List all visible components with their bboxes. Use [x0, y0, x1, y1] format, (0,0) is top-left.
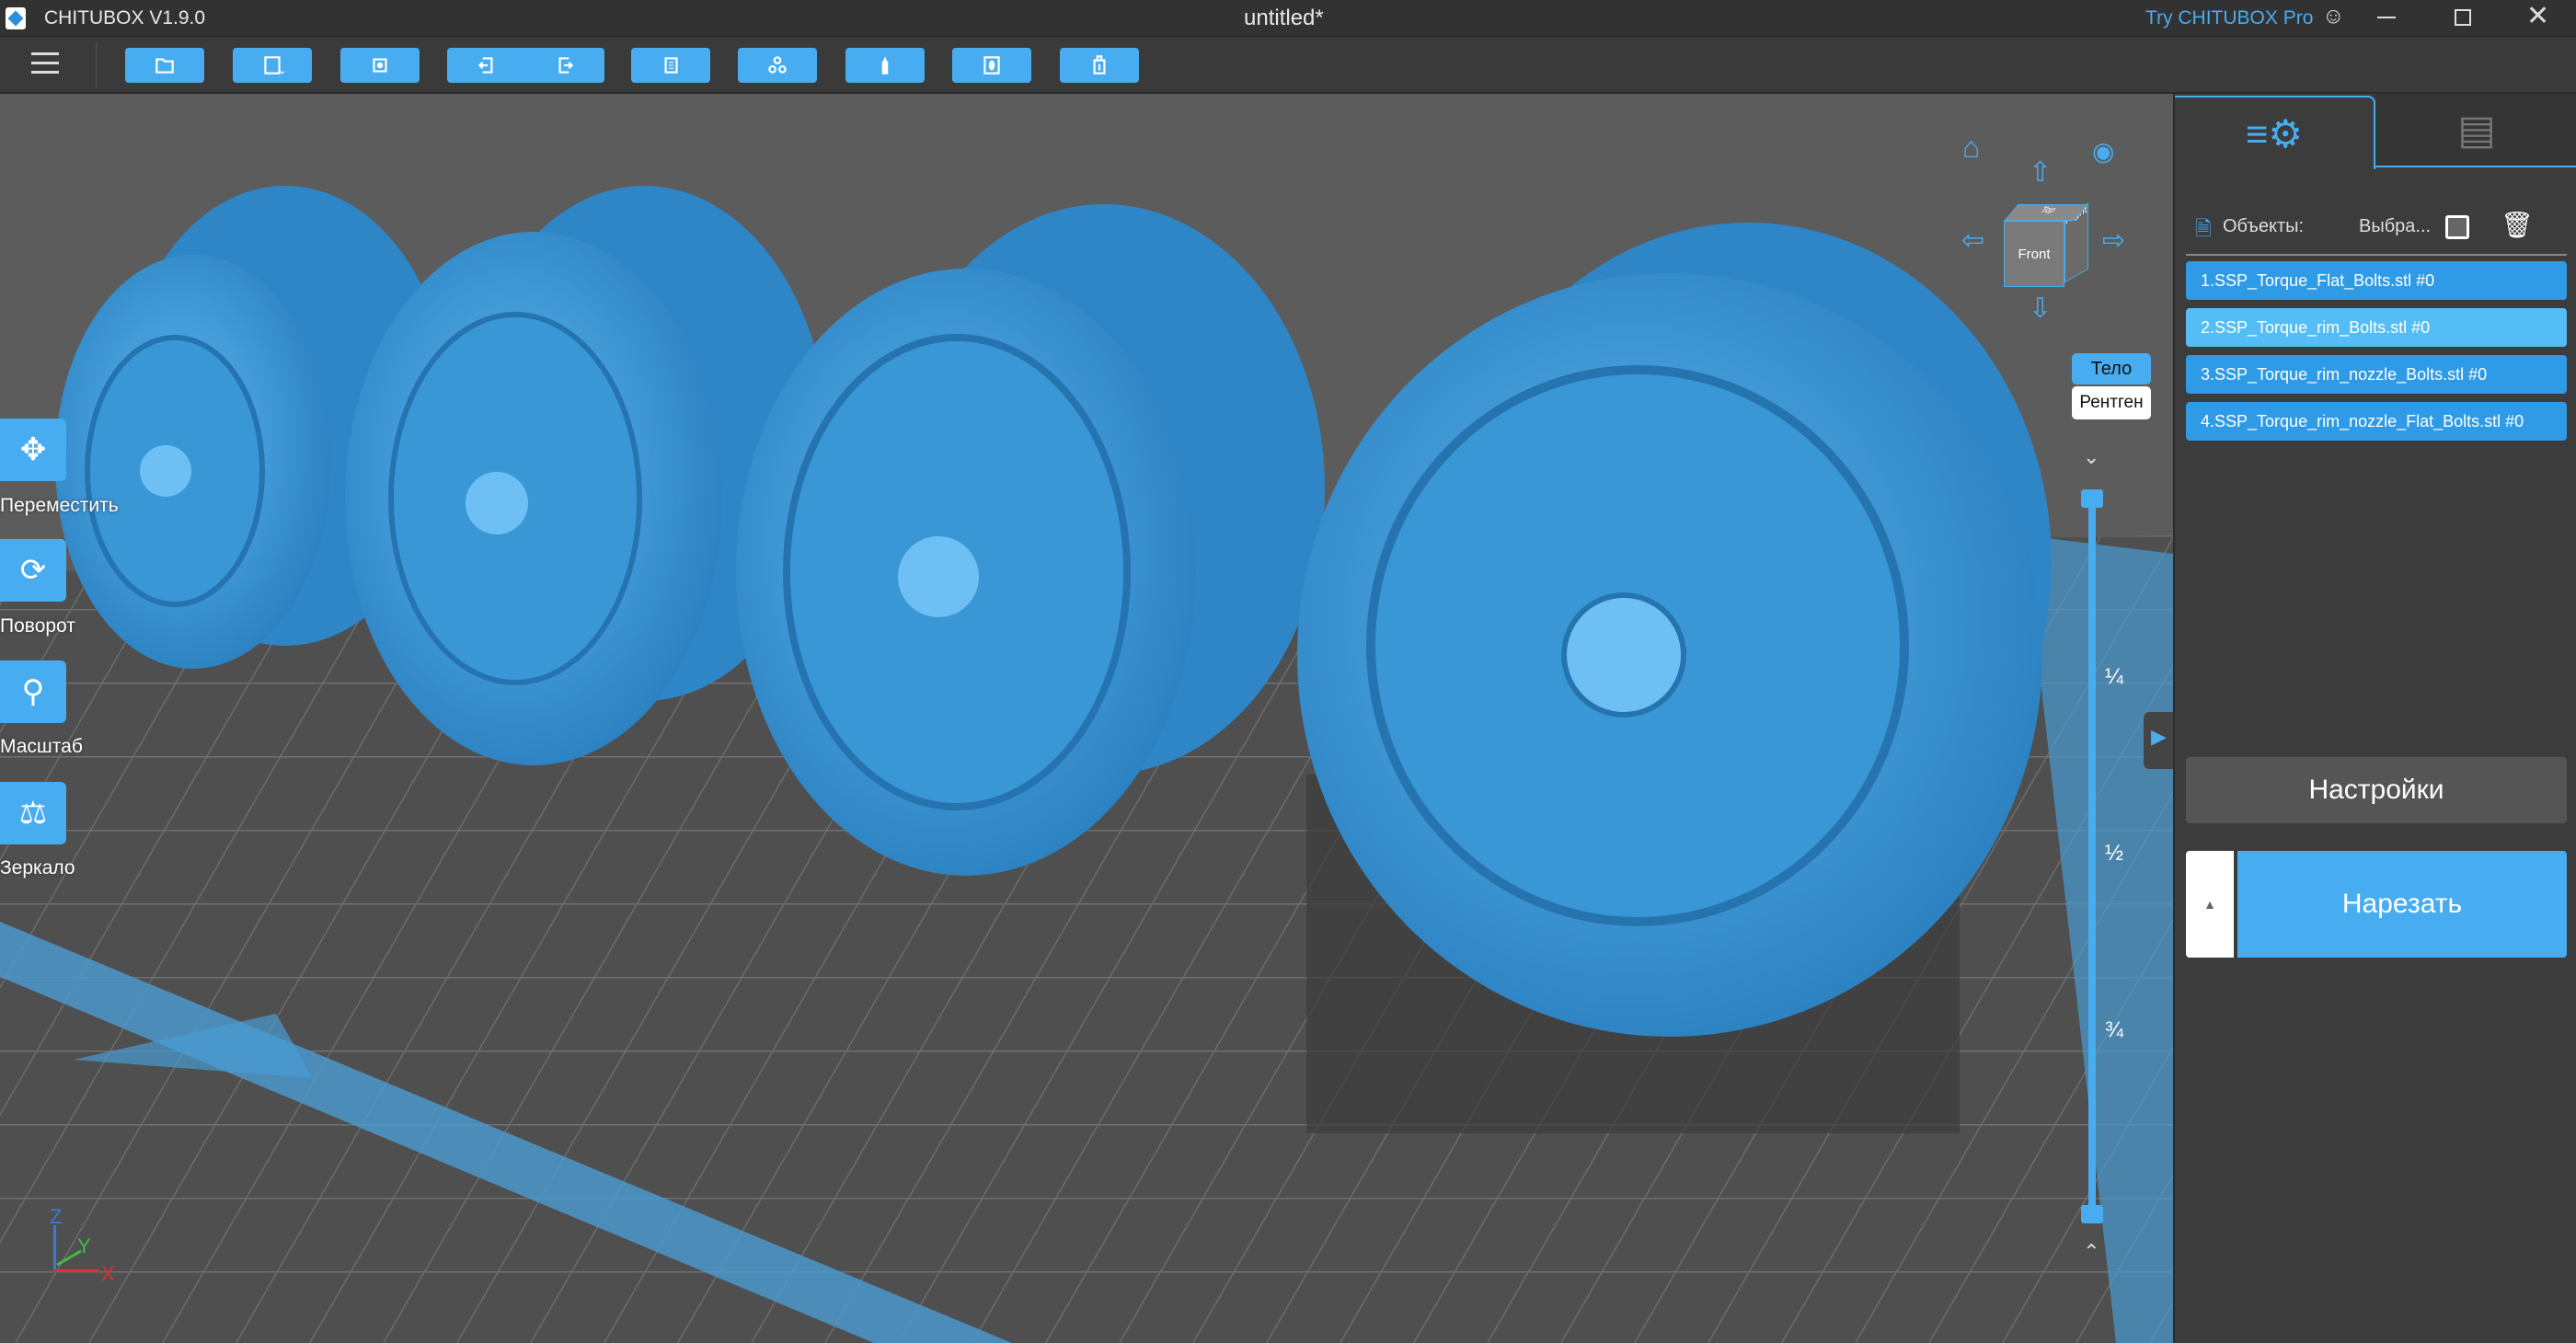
rotate-icon: ⟳	[19, 553, 47, 588]
object-list-item[interactable]: 1.SSP_Torque_Flat_Bolts.stl #0	[2186, 261, 2567, 300]
folder-icon	[155, 58, 174, 74]
chevron-up-icon[interactable]: ⌄	[2083, 1238, 2099, 1262]
xray-mode-button[interactable]: Рентген	[2072, 386, 2151, 419]
open-file-button[interactable]	[125, 48, 204, 83]
hollow-icon	[983, 56, 1000, 75]
axis-x-label: X	[101, 1262, 115, 1285]
object-list-item-selected[interactable]: 2.SSP_Torque_rim_Bolts.stl #0	[2186, 308, 2567, 347]
hollow-button[interactable]	[952, 48, 1031, 83]
arrange-icon	[768, 56, 787, 74]
trash-icon[interactable]: 🗑	[2501, 210, 2534, 240]
object-list-item[interactable]: 3.SSP_Torque_rim_nozzle_Bolts.stl #0	[2186, 355, 2567, 394]
caret-right-icon: ▶	[2151, 725, 2167, 748]
document-icon: 🗎	[2195, 217, 2212, 240]
layer-slider-track[interactable]	[2088, 497, 2096, 1214]
arrange-button[interactable]	[738, 48, 817, 83]
select-all-checkbox[interactable]	[2445, 215, 2469, 239]
undo-icon	[477, 57, 493, 74]
close-button[interactable]: ✕	[2526, 0, 2549, 32]
rotate-tool-button[interactable]: ⟳	[0, 539, 66, 602]
dig-hole-button[interactable]	[1060, 48, 1139, 83]
home-view-icon[interactable]: ⌂	[1962, 131, 1980, 165]
auto-layout-button[interactable]	[340, 48, 420, 83]
tab-settings[interactable]: ≡⚙	[2175, 96, 2375, 169]
redo-button[interactable]	[525, 48, 604, 83]
move-tool-label: Переместить	[0, 495, 119, 516]
copy-icon	[664, 57, 678, 74]
supports-icon: ▤	[2457, 107, 2496, 153]
caret-up-icon: ▲	[2203, 897, 2216, 912]
settings-button[interactable]: Настройки	[2186, 757, 2567, 823]
slice-button[interactable]: Нарезать	[2237, 851, 2567, 958]
redo-icon	[558, 57, 574, 74]
layout-icon	[373, 58, 387, 73]
object-list-item[interactable]: 4.SSP_Torque_rim_nozzle_Flat_Bolts.stl #…	[2186, 402, 2567, 441]
app-logo-icon	[6, 7, 26, 29]
axis-z-label: Z	[50, 1205, 63, 1228]
save-icon	[264, 56, 284, 75]
layer-slider-top-handle[interactable]	[2081, 489, 2103, 508]
app-title: CHITUBOX V1.9.0	[44, 7, 206, 29]
layer-slider-bottom-handle[interactable]	[2081, 1205, 2103, 1223]
try-pro-link[interactable]: Try CHITUBOX Pro	[2145, 7, 2313, 29]
rotate-tool-label: Поворот	[0, 615, 75, 637]
minimize-button[interactable]	[2377, 17, 2396, 18]
undo-button[interactable]	[447, 48, 526, 83]
eye-icon[interactable]: ◉	[2092, 136, 2114, 166]
list-gear-icon: ≡⚙	[2245, 111, 2304, 155]
mirror-icon: ⚖	[18, 796, 48, 831]
navigation-cube[interactable]: Front Right Top	[2004, 202, 2090, 289]
move-tool-button[interactable]: ✥	[0, 419, 66, 481]
restore-button[interactable]	[2455, 9, 2471, 26]
wheel-model-4[interactable]	[1297, 223, 2052, 1037]
dig-hole-icon	[1093, 55, 1106, 75]
view-bottom-arrow-icon[interactable]: ⇩	[2029, 293, 2052, 325]
right-panel: ≡⚙ ▤ 🗎 Объекты: Выбра... 🗑 1.SSP_Torque_…	[2173, 94, 2576, 1343]
chevron-down-icon[interactable]: ⌄	[2083, 445, 2099, 469]
toolbar	[0, 37, 2576, 94]
slider-fraction-half: ½	[2105, 841, 2124, 866]
save-button[interactable]	[233, 48, 312, 83]
slider-fraction-three-quarters: ¾	[2105, 1017, 2124, 1042]
tab-supports[interactable]: ▤	[2375, 94, 2576, 167]
title-bar: CHITUBOX V1.9.0 untitled* Try CHITUBOX P…	[0, 0, 2576, 37]
scale-tool-label: Масштаб	[0, 736, 83, 757]
select-all-label: Выбра...	[2359, 216, 2432, 236]
panel-collapse-button[interactable]: ▶	[2144, 712, 2173, 769]
cube-top-face[interactable]: Top	[2004, 204, 2088, 221]
move-icon: ✥	[19, 432, 47, 467]
mirror-tool-label: Зеркало	[0, 857, 75, 878]
view-top-arrow-icon[interactable]: ⇧	[2029, 156, 2052, 189]
view-right-arrow-icon[interactable]: ⇨	[2102, 224, 2125, 257]
3d-viewport[interactable]: ✥ Переместить ⟳ Поворот ⚲ Масштаб ⚖ Зерк…	[0, 94, 2173, 1343]
view-left-arrow-icon[interactable]: ⇦	[1961, 224, 1984, 257]
scale-icon: ⚲	[21, 674, 45, 709]
menu-icon[interactable]	[31, 52, 59, 74]
mirror-tool-button[interactable]: ⚖	[0, 782, 66, 844]
scale-tool-button[interactable]: ⚲	[0, 660, 66, 723]
slider-fraction-quarter: ¼	[2105, 664, 2124, 689]
support-button[interactable]	[845, 48, 925, 83]
axis-indicator: Z Y X	[46, 1205, 120, 1285]
solid-mode-button[interactable]: Тело	[2072, 353, 2151, 385]
axis-y-label: Y	[77, 1234, 91, 1257]
support-icon	[881, 56, 889, 75]
document-title: untitled*	[1244, 6, 1324, 30]
user-icon[interactable]: ☺	[2322, 4, 2345, 29]
objects-label: Объекты:	[2223, 216, 2305, 236]
build-plate-scene	[0, 186, 2173, 1343]
copy-button[interactable]	[631, 48, 710, 83]
slice-options-button[interactable]: ▲	[2186, 851, 2234, 958]
cube-front-face[interactable]: Front	[2004, 221, 2064, 287]
